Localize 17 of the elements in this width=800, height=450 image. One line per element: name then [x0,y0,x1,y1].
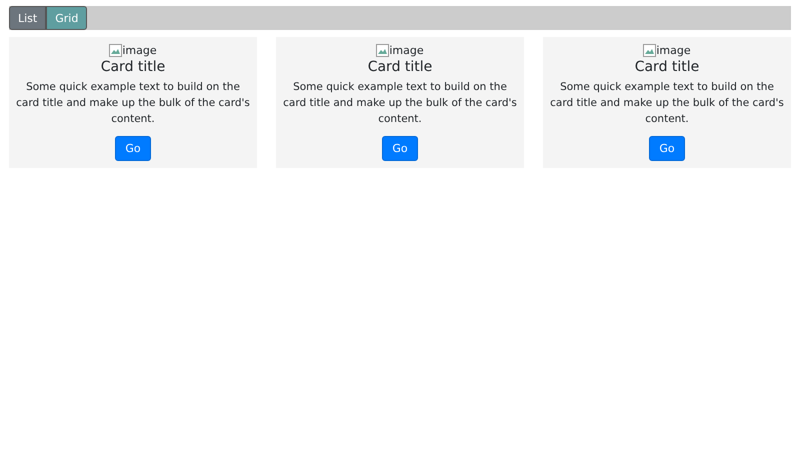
card-text: Some quick example text to build on the card title and make up the bulk of the card's content. [282,80,518,127]
card-text: Some quick example text to build on the card title and make up the bulk of the card's content. [549,80,785,127]
image-alt-text: image [122,44,157,57]
image-alt-text: image [656,44,691,57]
broken-image-icon [109,44,122,57]
card-title: Card title [634,59,700,75]
view-toggle-button[interactable]: Grid [46,6,88,30]
go-button[interactable]: Go [115,136,151,161]
broken-image-icon [643,44,656,57]
card-title: Card title [100,59,166,75]
broken-image-icon [376,44,390,57]
card-text: Some quick example text to build on the card title and make up the bulk of the card's content. [15,80,251,127]
go-button[interactable]: Go [382,136,418,161]
image-alt-text: image [389,44,424,57]
go-button[interactable]: Go [649,136,685,161]
card-title: Card title [368,59,432,75]
view-toggle-button[interactable]: List [9,6,46,30]
